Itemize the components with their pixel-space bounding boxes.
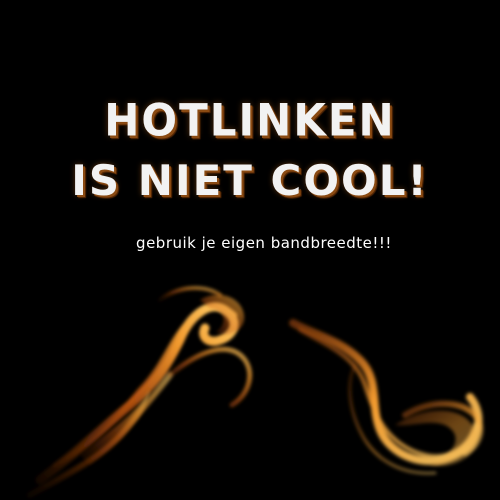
right-flame: [289, 319, 484, 475]
headline-line-1: HOTLINKEN: [104, 94, 396, 147]
left-flame: [27, 286, 252, 498]
image-canvas: HOTLINKEN IS NIET COOL! gebruik je eigen…: [0, 0, 500, 500]
headline-line-2: IS NIET COOL!: [71, 156, 429, 205]
tagline: gebruik je eigen bandbreedte!!!: [136, 234, 392, 252]
